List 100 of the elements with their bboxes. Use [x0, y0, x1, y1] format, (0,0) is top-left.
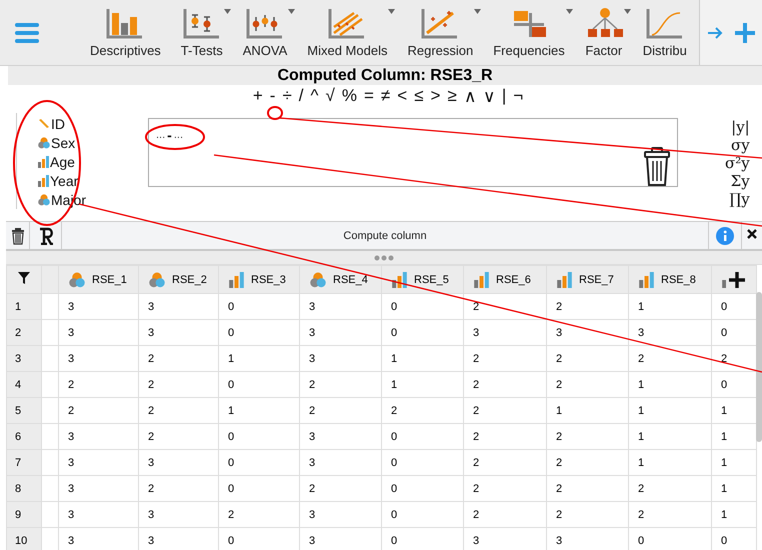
table-cell: 1	[628, 294, 712, 320]
row-number: 4	[6, 372, 42, 398]
operator-button[interactable]: +	[252, 86, 263, 106]
row-number: 3	[6, 346, 42, 372]
toolbar-button[interactable]: ANOVA	[232, 2, 298, 62]
column-header[interactable]: RSE_6	[464, 266, 546, 294]
close-icon	[746, 228, 758, 240]
minus-operator[interactable]: -	[167, 127, 172, 143]
operator-button[interactable]: ≥	[447, 86, 457, 106]
drag-handle-icon	[374, 254, 394, 260]
operator-button[interactable]: ^	[310, 86, 318, 106]
regression-icon	[421, 7, 460, 39]
operator-button[interactable]: -	[270, 86, 276, 106]
table-cell: 0	[382, 450, 464, 476]
placeholder-dots[interactable]: ...	[174, 129, 184, 141]
scale-icon	[391, 272, 408, 288]
placeholder-dots[interactable]: ...	[156, 129, 166, 141]
plus-icon[interactable]	[734, 22, 756, 44]
table-cell: 1	[218, 346, 300, 372]
filter-icon[interactable]	[17, 271, 31, 285]
annotation-circle	[267, 106, 283, 120]
row-number: 6	[6, 424, 42, 450]
operator-button[interactable]: %	[342, 86, 357, 106]
table-cell: 2	[464, 502, 546, 528]
error-bar-icon	[182, 7, 221, 39]
table-cell: 3	[300, 424, 382, 450]
column-header[interactable]: RSE_1	[58, 266, 138, 294]
table-cell: 1	[628, 372, 712, 398]
toolbar-button[interactable]: Descriptives	[80, 2, 171, 62]
table-cell: 3	[300, 320, 382, 346]
column-header[interactable]: RSE_3	[218, 266, 300, 294]
toolbar-button[interactable]: Distribu	[632, 2, 697, 62]
column-header[interactable]: RSE_8	[628, 266, 712, 294]
table-cell: 2	[138, 476, 218, 502]
operator-button[interactable]: ≤	[414, 86, 424, 106]
operator-button[interactable]: ÷	[282, 86, 292, 106]
scrollbar[interactable]	[756, 292, 762, 442]
function-item[interactable]: σy	[725, 136, 750, 154]
table-cell: 3	[58, 294, 138, 320]
table-cell: 2	[58, 372, 138, 398]
table-cell: 2	[58, 398, 138, 424]
table-cell: 0	[382, 476, 464, 502]
operator-button[interactable]: ∧	[464, 86, 476, 106]
table-cell: 1	[382, 372, 464, 398]
column-header[interactable]: RSE_2	[138, 266, 218, 294]
operator-button[interactable]: ¬	[513, 86, 524, 106]
row-number: 10	[6, 528, 42, 550]
scatter-lines-icon	[328, 7, 366, 39]
toolbar-button[interactable]: Regression	[397, 2, 484, 62]
info-icon[interactable]	[716, 226, 734, 244]
function-item[interactable]: Σy	[725, 172, 750, 190]
operator-button[interactable]: ≠	[380, 86, 390, 106]
table-cell: 1	[628, 424, 712, 450]
table-cell: 3	[300, 502, 382, 528]
toolbar-button[interactable]: Frequencies	[483, 2, 575, 62]
function-item[interactable]: ∏y	[725, 190, 750, 208]
trash-icon[interactable]	[643, 147, 671, 187]
table-cell: 2	[138, 372, 218, 398]
table-cell: 0	[218, 450, 300, 476]
table-cell: 0	[218, 294, 300, 320]
variable-item[interactable]: Sex	[38, 134, 148, 152]
scale-icon	[556, 272, 573, 288]
row-number: 2	[6, 320, 42, 346]
table-cell: 2	[546, 450, 628, 476]
table-cell: 2	[464, 450, 546, 476]
nominal-icon	[38, 136, 50, 149]
column-header[interactable]: RSE_7	[546, 266, 628, 294]
table-cell: 0	[218, 372, 300, 398]
row-number: 9	[6, 502, 42, 528]
variable-item[interactable]: ID	[38, 115, 148, 132]
variable-item[interactable]: Year	[38, 172, 148, 190]
column-header[interactable]: RSE_4	[300, 266, 382, 294]
scale-icon	[638, 272, 655, 288]
variable-item[interactable]: Age	[38, 153, 148, 171]
operator-button[interactable]: >	[430, 86, 440, 106]
column-header[interactable]: RSE_5	[382, 266, 464, 294]
table-cell: 2	[546, 424, 628, 450]
operator-button[interactable]: ∨	[482, 86, 495, 106]
operator-button[interactable]: /	[298, 86, 304, 106]
nominal-icon	[38, 194, 50, 206]
table-cell: 0	[218, 424, 300, 450]
table-cell: 0	[218, 476, 300, 502]
table-cell: 2	[628, 346, 712, 372]
table-cell: 0	[382, 320, 464, 346]
toolbar-button[interactable]: T-Tests	[170, 2, 233, 62]
pencil-icon	[38, 118, 50, 130]
nominal-icon	[68, 272, 86, 288]
table-cell: 2	[546, 346, 628, 372]
table-cell: 2	[546, 476, 628, 502]
function-item[interactable]: |y|	[725, 118, 750, 136]
toolbar-button[interactable]: Mixed Models	[297, 2, 398, 62]
function-item[interactable]: σ²y	[725, 154, 750, 172]
table-cell: 2	[138, 424, 218, 450]
formula-editor[interactable]: ...-...	[148, 118, 678, 187]
operator-button[interactable]: |	[502, 86, 506, 106]
operator-button[interactable]: =	[364, 86, 374, 106]
scale-icon	[38, 175, 49, 188]
toolbar-button[interactable]: Factor	[574, 2, 633, 62]
operator-button[interactable]: √	[326, 86, 335, 106]
operator-button[interactable]: <	[397, 86, 408, 106]
